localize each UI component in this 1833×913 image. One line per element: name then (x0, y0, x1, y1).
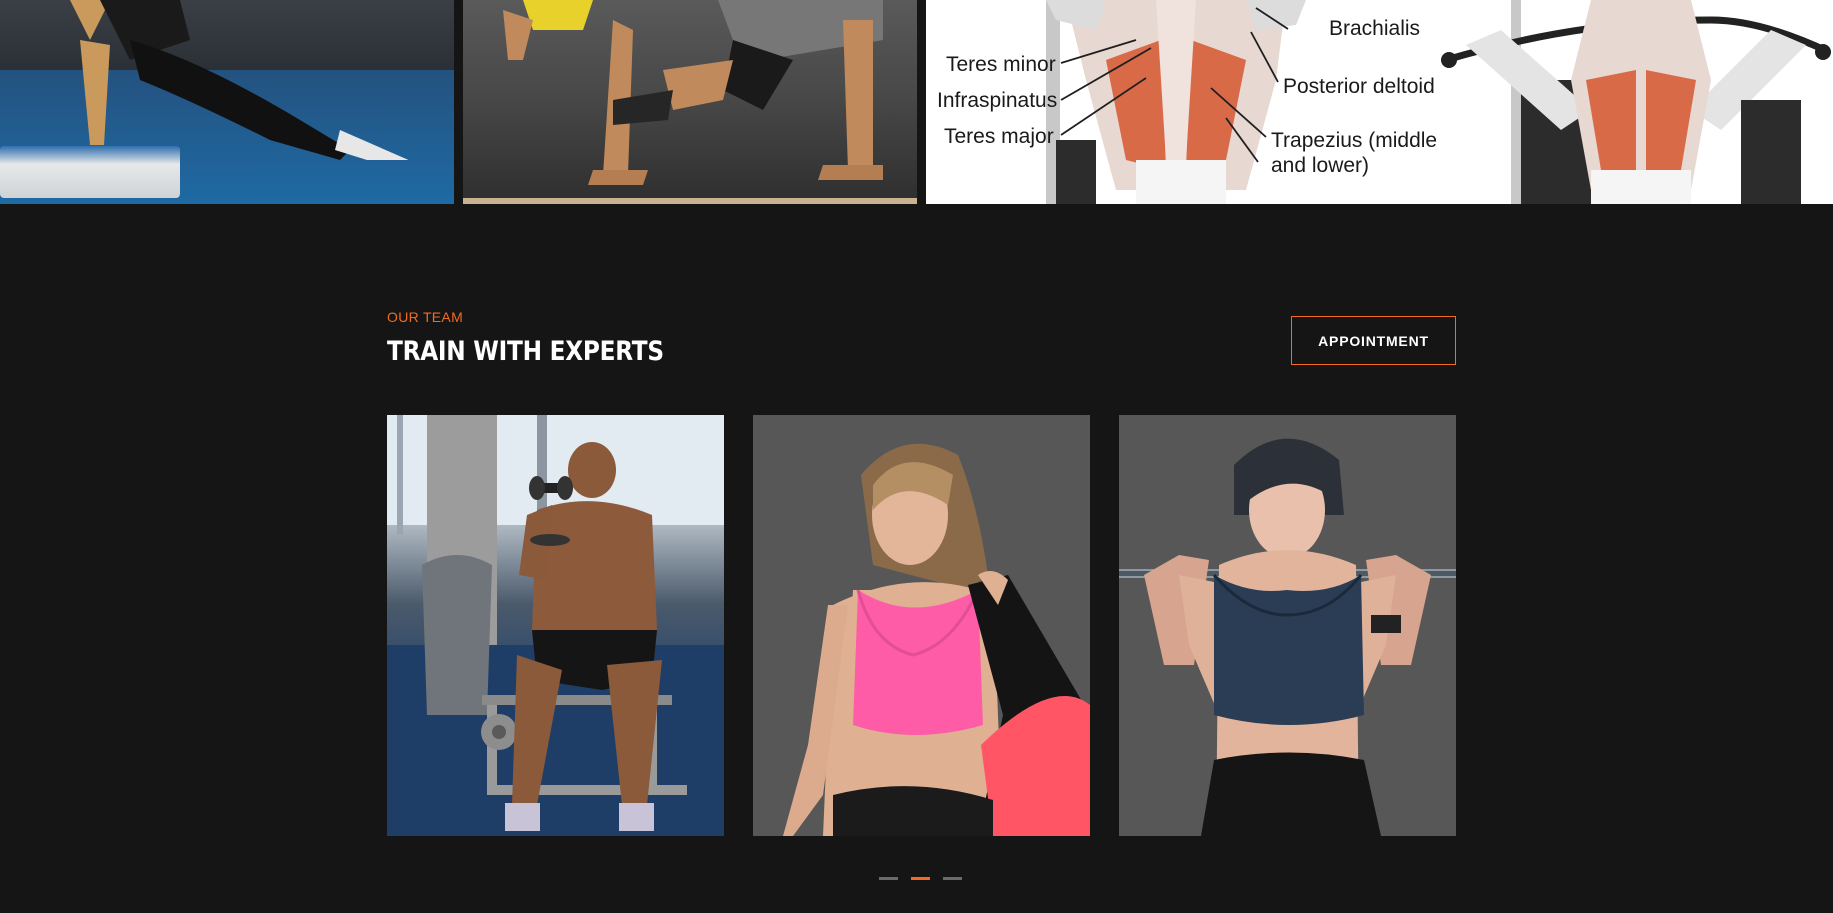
section-title: TRAIN WITH EXPERTS (387, 336, 664, 367)
appointment-button[interactable]: APPOINTMENT (1291, 316, 1456, 365)
trainer-photo-man-dumbbell (387, 415, 724, 836)
trainer-card-1[interactable] (387, 415, 724, 836)
team-section: OUR TEAM TRAIN WITH EXPERTS APPOINTMENT (0, 204, 1833, 913)
carousel-dot-2[interactable] (911, 877, 930, 880)
label-teres-minor: Teres minor (946, 53, 1056, 76)
step-plank-figure (70, 0, 409, 160)
trainer-card-2[interactable] (753, 415, 1090, 836)
trainer-photo-woman-pink (783, 443, 1090, 836)
anatomy-back-figure-right (1441, 0, 1831, 204)
carousel-dot-1[interactable] (879, 877, 898, 880)
gallery-image-step-plank[interactable] (0, 0, 454, 204)
trainer-photo-woman-barbell (1119, 438, 1456, 836)
label-infraspinatus: Infraspinatus (937, 89, 1058, 112)
trainer-card-3[interactable] (1119, 415, 1456, 836)
gallery-strip: Teres minor Infraspinatus Teres major Br… (0, 0, 1833, 204)
label-teres-major: Teres major (944, 125, 1054, 148)
label-brachialis: Brachialis (1329, 17, 1421, 40)
section-eyebrow: OUR TEAM (387, 309, 464, 325)
carousel-dot-3[interactable] (943, 877, 962, 880)
pushup-figures (503, 0, 883, 185)
label-posterior-deltoid: Posterior deltoid (1283, 75, 1435, 98)
gallery-image-pushups[interactable] (463, 0, 917, 204)
aerobic-step (0, 146, 180, 198)
gallery-image-anatomy[interactable]: Teres minor Infraspinatus Teres major Br… (926, 0, 1833, 204)
label-trapezius: Trapezius (middle and lower) (1271, 129, 1438, 178)
